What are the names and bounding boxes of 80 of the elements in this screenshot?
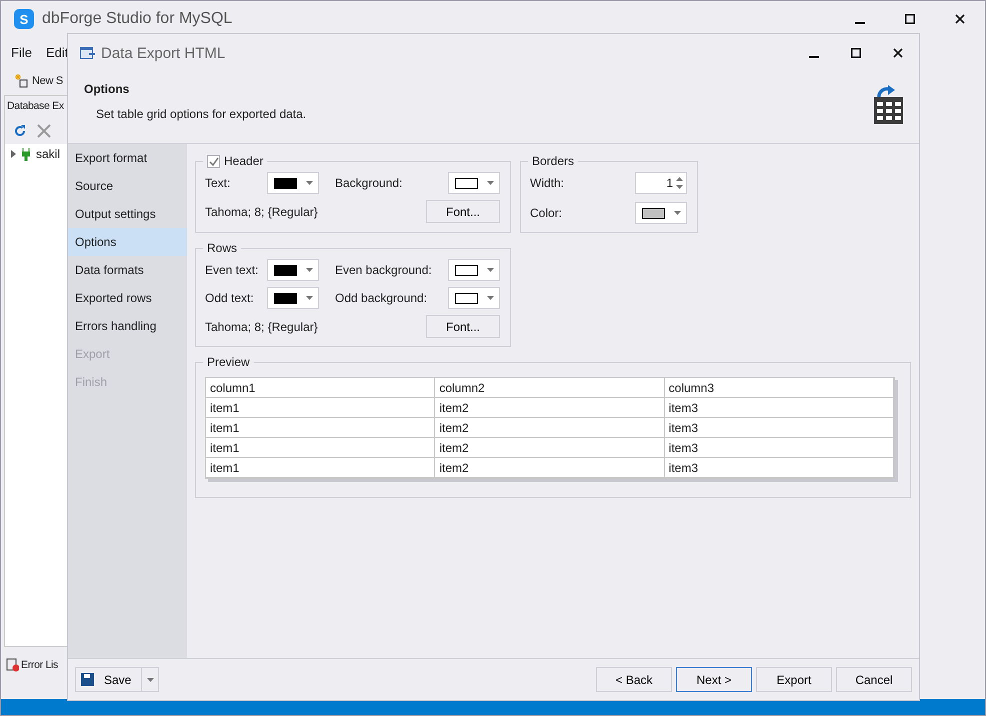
panel-title: Database Ex [5,96,67,118]
font-description: Tahoma; 8; {Regular} [205,320,319,334]
window-title: dbForge Studio for MySQL [42,10,232,28]
wizard-step[interactable]: Errors handling [68,312,187,340]
table-cell: item1 [206,398,436,418]
number-field[interactable]: 1 [635,172,687,194]
column-header: column2 [435,378,665,398]
field-label: Odd background: [335,291,428,305]
table-cell: item2 [435,418,665,438]
wizard-step[interactable]: Options [68,228,187,256]
clipboard-error-icon [6,657,19,672]
next-button[interactable]: Next > [676,667,752,692]
export-button[interactable]: Export [756,667,832,692]
table-cell: item3 [664,418,894,438]
caret-icon [487,181,494,185]
caret-icon [306,268,313,272]
caret-icon [487,268,494,272]
caret-icon [674,211,681,215]
column-header: column3 [664,378,894,398]
field-label: Even background: [335,263,433,277]
table-cell: item1 [206,458,436,478]
page-description: Set table grid options for exported data. [95,107,308,121]
close-icon[interactable] [891,46,905,60]
maximize-icon[interactable] [903,12,917,26]
color-picker[interactable] [267,172,319,194]
wizard-step[interactable]: Exported rows [68,284,187,312]
table-cell: item2 [435,438,665,458]
group-title: Borders [532,154,574,168]
table-cell: item2 [435,398,665,418]
refresh-icon[interactable] [13,124,27,138]
menu-item[interactable]: Edit [46,44,68,60]
table-cell: item3 [664,398,894,418]
font-button[interactable]: Font... [426,315,500,338]
spin-arrows-icon [676,176,683,190]
group-title: Preview [207,355,250,369]
caret-icon [487,296,494,300]
checkbox[interactable] [207,154,220,168]
column-header: column1 [206,378,436,398]
plug-icon [22,148,30,160]
field-label: Odd text: [205,291,255,305]
table-export-icon [80,47,95,59]
color-picker[interactable] [267,259,319,281]
page-title: Options [84,82,130,96]
field-label: Color: [530,206,564,220]
close-icon[interactable] [953,12,967,26]
color-picker[interactable] [448,287,500,309]
tree-item[interactable]: sakil [36,147,60,161]
wizard-step[interactable]: Data formats [68,256,187,284]
field-label: Background: [335,176,404,190]
wizard-step[interactable]: Output settings [68,200,187,228]
app-logo: S [14,9,34,29]
table-cell: item2 [435,458,665,478]
table-cell: item3 [664,458,894,478]
color-picker[interactable] [635,202,687,224]
new-document-icon [15,74,29,88]
field-label: Even text: [205,263,260,277]
table-cell: item1 [206,418,436,438]
color-picker[interactable] [448,172,500,194]
field-label: Text: [205,176,232,190]
group-title: Rows [207,241,238,255]
maximize-icon[interactable] [849,46,863,60]
back-button[interactable]: < Back [596,667,672,692]
caret-icon [146,678,154,682]
field-label: Width: [530,176,566,190]
caret-icon [306,181,313,185]
menu-item[interactable]: File [11,44,32,60]
color-picker[interactable] [267,287,319,309]
expand-arrow-icon[interactable] [11,150,16,158]
font-description: Tahoma; 8; {Regular} [205,204,319,218]
wizard-step[interactable]: Export format [68,144,187,172]
cancel-button[interactable]: Cancel [836,667,912,692]
dialog-title: Data Export HTML [101,44,226,62]
table-cell: item1 [206,438,436,458]
group-title: Header [224,154,264,168]
caret-icon [306,296,313,300]
toolbar-button[interactable]: New S [15,74,63,88]
font-button[interactable]: Font... [426,200,500,223]
table-cell: item3 [664,438,894,458]
color-picker[interactable] [448,259,500,281]
wizard-step[interactable]: Source [68,172,187,200]
